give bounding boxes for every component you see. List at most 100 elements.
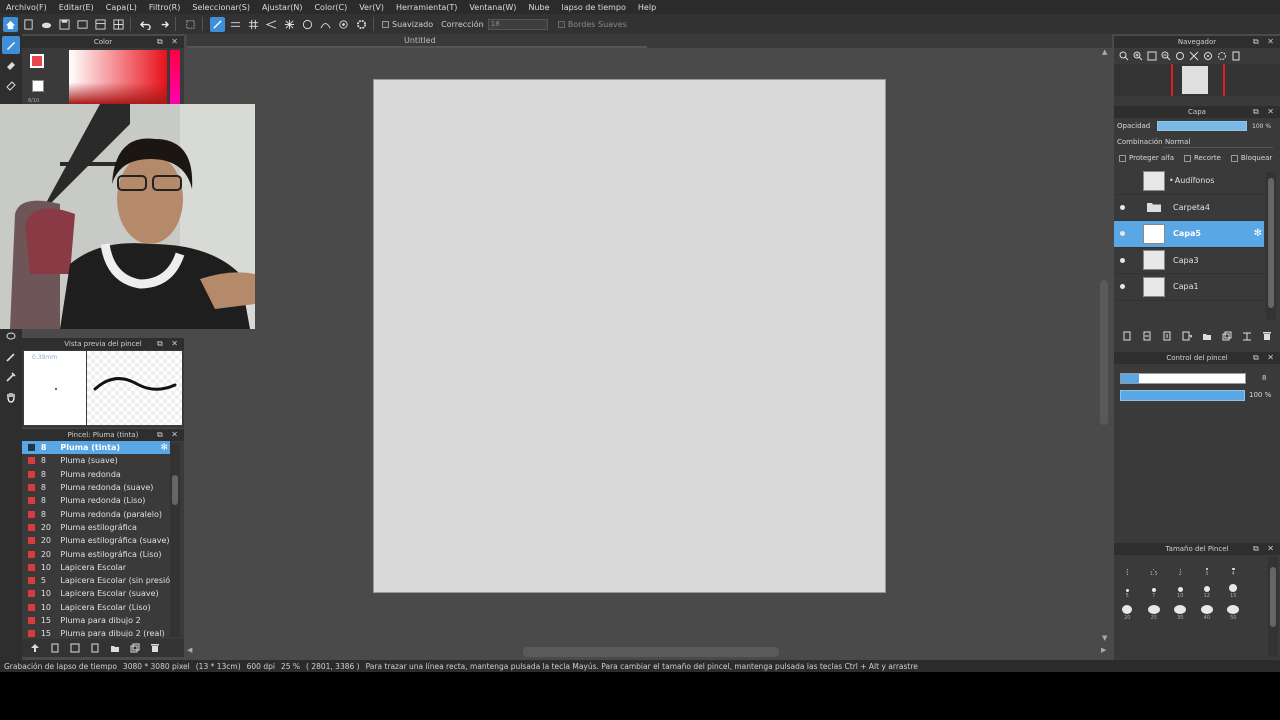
selection-icon[interactable] [183,17,198,32]
menu-item[interactable]: Color(C) [308,3,353,12]
fit-icon[interactable] [1145,50,1159,62]
scroll-up-icon[interactable]: ▲ [1102,48,1107,56]
pen-tool-icon[interactable] [2,348,20,366]
reset-view-icon[interactable] [1201,50,1215,62]
layer-visibility-icon[interactable] [1120,284,1125,290]
cloud-icon[interactable] [39,17,54,32]
eraser-tool-icon[interactable] [2,56,20,74]
blend-select[interactable]: Normal [1163,136,1273,148]
brush-row[interactable]: 10 Lapicera Escolar [22,561,170,574]
add-layer-dropdown-icon[interactable] [1180,330,1194,342]
brush-size-cell[interactable]: 25 [1141,605,1168,621]
brush-upload-icon[interactable] [28,642,42,654]
panel-buttons[interactable]: ⧉ ✕ [1253,106,1277,118]
brush-row[interactable]: 10 Lapicera Escolar (Liso) [22,601,170,614]
panel-buttons[interactable]: ⧉ ✕ [157,338,181,350]
brush-size-cell[interactable]: 4 [1220,561,1247,577]
antialias-toggle[interactable]: Bordes Suaves [557,20,627,29]
brush-size-cell[interactable]: 7 [1141,583,1168,599]
color-square[interactable] [69,50,167,104]
brush-row[interactable]: 20 Pluma estilográfica (suave) [22,534,170,547]
panel-buttons[interactable]: ⧉ ✕ [1253,36,1277,48]
panel-buttons[interactable]: ⧉ ✕ [157,429,181,441]
layer-visibility-icon[interactable] [1120,204,1125,210]
layers-icon[interactable] [93,17,108,32]
brush-row[interactable]: 5 Lapicera Escolar (sin presión d [22,574,170,587]
duplicate-layer-icon[interactable] [1220,330,1234,342]
opacity-slider[interactable] [1157,121,1247,131]
grid-icon[interactable] [111,17,126,32]
navigator-viewport[interactable] [1171,64,1225,96]
brush-tool-icon[interactable] [2,36,20,54]
snap-curve-icon[interactable] [318,17,333,32]
snap-vanish-icon[interactable] [264,17,279,32]
snap-radial-icon[interactable] [282,17,297,32]
brush-row[interactable]: 20 Pluma estilográfica (Liso) [22,547,170,560]
layer-row[interactable]: Capa1 [1114,274,1264,301]
snap-3d-icon[interactable] [336,17,351,32]
brush-row[interactable]: 15 Pluma para dibujo 2 (real) [22,627,170,637]
zoom-out-icon[interactable] [1159,50,1173,62]
brush-duplicate-icon[interactable] [128,642,142,654]
panel-buttons[interactable]: ⧉ ✕ [1253,352,1277,364]
menu-item[interactable]: Ventana(W) [463,3,522,12]
lasso-tool-icon[interactable] [2,328,20,346]
snap-circle-icon[interactable] [300,17,315,32]
menu-item[interactable]: Ajustar(N) [256,3,309,12]
brush-row[interactable]: 8 Pluma redonda (suave) [22,481,170,494]
eyedropper-tool-icon[interactable] [2,368,20,386]
menu-item[interactable]: Ver(V) [353,3,390,12]
hand-tool-icon[interactable] [2,388,20,406]
brush-size-cell[interactable]: 12 [1194,583,1221,599]
brush-copy-icon[interactable] [88,642,102,654]
brush-size-cell[interactable]: 2 [1167,561,1194,577]
layer-settings-icon[interactable]: ✻ [1254,228,1262,239]
menu-item[interactable]: Help [632,3,662,12]
stabilizer-toggle[interactable]: Suavizado [382,20,433,29]
brush-size-cell[interactable]: 1 [1114,561,1141,577]
new-folder-icon[interactable] [1200,330,1214,342]
snap-cross-icon[interactable] [246,17,261,32]
redo-icon[interactable] [156,17,171,32]
brush-delete-icon[interactable] [148,642,162,654]
menu-item[interactable]: Herramienta(T) [390,3,463,12]
brush-row[interactable]: 8 Pluma redonda [22,468,170,481]
flip-icon[interactable] [1187,50,1201,62]
brush-size-cell[interactable]: 20 [1114,605,1141,621]
brush-row[interactable]: 10 Lapicera Escolar (suave) [22,587,170,600]
vertical-scrollbar-thumb[interactable] [1100,280,1108,425]
correction-select[interactable]: 18 [487,18,548,30]
snap-off-icon[interactable] [210,16,225,32]
new-layer-icon[interactable] [1120,330,1134,342]
secondary-color-swatch[interactable] [32,80,44,92]
export-icon[interactable] [75,17,90,32]
new-file-icon[interactable] [21,17,36,32]
navigator-copy-icon[interactable] [1229,50,1243,62]
menu-item[interactable]: Seleccionar(S) [186,3,256,12]
snap-settings-icon[interactable] [354,17,369,32]
home-icon[interactable] [3,16,18,32]
rotate-icon[interactable] [1173,50,1187,62]
new-layer-8bit-icon[interactable] [1140,330,1154,342]
brush-opacity-slider[interactable] [1120,390,1245,401]
zoom-icon[interactable] [1117,50,1131,62]
canvas[interactable] [373,79,886,593]
rotate-reset-icon[interactable] [1215,50,1229,62]
clipping-checkbox[interactable]: Recorte [1184,154,1221,162]
layer-visibility-icon[interactable] [1120,257,1125,263]
menu-item[interactable]: lapso de tiempo [556,3,632,12]
brush-size-cell[interactable]: 3 [1194,561,1221,577]
brush-add-icon[interactable] [68,642,82,654]
undo-icon[interactable] [138,17,153,32]
brush-list-scrollbar[interactable] [170,443,180,637]
layer-row[interactable]: • Audífonos [1114,168,1264,195]
zoom-in-icon[interactable] [1131,50,1145,62]
brush-row[interactable]: 8 Pluma (tinta) ✻ [22,441,170,455]
menu-item[interactable]: Capa(L) [100,3,143,12]
brush-size-cell[interactable]: 1.5 [1141,561,1168,577]
layer-row[interactable]: Capa5 ✻ [1114,221,1264,248]
brush-row[interactable]: 8 Pluma redonda (Liso) [22,494,170,507]
brush-size-cell[interactable]: 15 [1220,583,1247,599]
panel-buttons[interactable]: ⧉ ✕ [157,36,181,48]
panel-buttons[interactable]: ⧉ ✕ [1253,543,1277,555]
